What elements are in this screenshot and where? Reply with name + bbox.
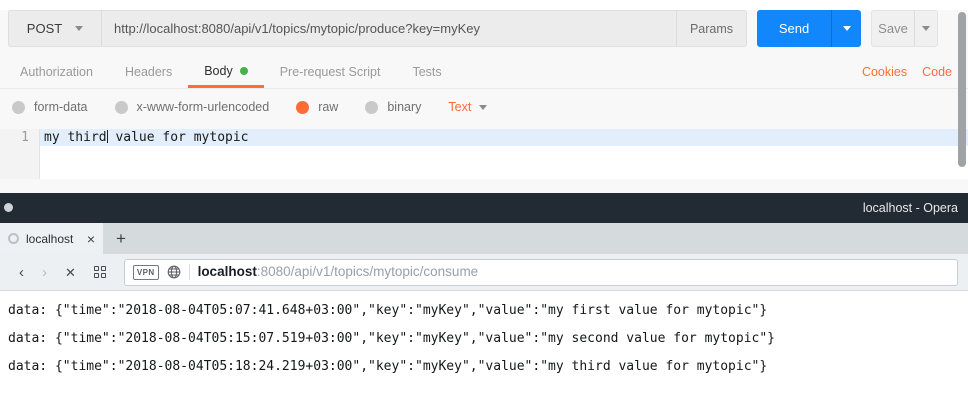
send-button[interactable]: Send: [757, 10, 831, 47]
chevron-down-icon: [75, 26, 83, 31]
browser-tabbar: localhost × +: [0, 223, 968, 254]
browser-addressbar: ‹ › ✕ VPN localhost:8080/api/v1/topics/m…: [0, 254, 968, 291]
favicon-circle-icon: [8, 233, 19, 244]
tab-headers[interactable]: Headers: [109, 56, 188, 88]
url-host: localhost: [198, 264, 257, 279]
mode-raw[interactable]: raw: [296, 100, 338, 114]
tab-body[interactable]: Body: [188, 56, 264, 88]
sse-data-line: data: {"time":"2018-08-04T05:07:41.648+0…: [8, 303, 960, 318]
url-group: POST Params: [8, 10, 747, 47]
editor-line[interactable]: my third value for mytopic: [40, 129, 968, 146]
params-button[interactable]: Params: [676, 11, 746, 46]
divider: [189, 264, 190, 280]
request-links: Cookies Code: [862, 56, 968, 88]
radio-icon: [115, 101, 128, 114]
globe-icon: [167, 265, 181, 279]
tab-authorization[interactable]: Authorization: [4, 56, 109, 88]
body-filled-dot-icon: [240, 67, 248, 75]
browser-tab-localhost[interactable]: localhost ×: [0, 223, 103, 254]
radio-selected-icon: [296, 101, 309, 114]
sse-data-line: data: {"time":"2018-08-04T05:15:07.519+0…: [8, 331, 960, 346]
mode-binary[interactable]: binary: [365, 100, 421, 114]
opera-titlebar: localhost - Opera: [0, 193, 968, 223]
method-label: POST: [27, 21, 62, 36]
mode-label: binary: [387, 100, 421, 114]
chevron-down-icon: [922, 26, 930, 31]
tab-body-label: Body: [204, 64, 233, 78]
method-dropdown[interactable]: POST: [9, 11, 101, 46]
forward-icon[interactable]: ›: [42, 265, 47, 280]
editor-gutter: 1: [0, 129, 40, 179]
speed-dial-icon[interactable]: [94, 266, 106, 278]
radio-icon: [12, 101, 25, 114]
menu-dot-icon[interactable]: [4, 203, 13, 212]
request-url-input[interactable]: [101, 11, 676, 46]
raw-type-dropdown[interactable]: Text: [448, 100, 487, 114]
editor-text-before-cursor: my third: [44, 130, 107, 145]
mode-form-data[interactable]: form-data: [12, 100, 88, 114]
mode-label: form-data: [34, 100, 88, 114]
url-text: localhost:8080/api/v1/topics/mytopic/con…: [198, 263, 479, 281]
send-button-group: Send: [757, 10, 861, 47]
page-content: data: {"time":"2018-08-04T05:07:41.648+0…: [0, 291, 968, 403]
url-path: :8080/api/v1/topics/mytopic/consume: [257, 264, 478, 279]
vpn-badge[interactable]: VPN: [133, 265, 159, 280]
line-number: 1: [0, 129, 29, 146]
chevron-down-icon: [843, 26, 851, 31]
scrollbar[interactable]: [958, 10, 967, 193]
raw-type-label: Text: [448, 100, 471, 114]
tab-pre-request-script[interactable]: Pre-request Script: [264, 56, 397, 88]
mode-x-www-form-urlencoded[interactable]: x-www-form-urlencoded: [115, 100, 270, 114]
chevron-down-icon: [479, 105, 487, 110]
cookies-link[interactable]: Cookies: [862, 65, 907, 79]
tab-tests[interactable]: Tests: [396, 56, 457, 88]
save-button[interactable]: Save: [872, 11, 914, 46]
browser-tab-title: localhost: [26, 232, 80, 246]
body-mode-selector: form-data x-www-form-urlencoded raw bina…: [0, 89, 968, 125]
close-tab-icon[interactable]: ×: [87, 232, 95, 246]
url-field[interactable]: VPN localhost:8080/api/v1/topics/mytopic…: [124, 259, 958, 286]
body-editor: 1 my third value for mytopic: [0, 129, 968, 179]
sse-data-line: data: {"time":"2018-08-04T05:18:24.219+0…: [8, 359, 960, 374]
request-bar: POST Params Send Save: [8, 10, 938, 47]
back-icon[interactable]: ‹: [19, 265, 24, 280]
request-tabs: Authorization Headers Body Pre-request S…: [0, 56, 968, 89]
save-options-button[interactable]: [914, 11, 937, 46]
new-tab-button[interactable]: +: [116, 230, 126, 247]
send-options-button[interactable]: [831, 10, 861, 47]
window-title: localhost - Opera: [863, 201, 968, 215]
stop-icon[interactable]: ✕: [65, 266, 76, 279]
postman-panel: POST Params Send Save Authorization Head…: [0, 10, 968, 193]
code-link[interactable]: Code: [922, 65, 952, 79]
save-button-group: Save: [871, 10, 938, 47]
editor-code-area[interactable]: my third value for mytopic: [40, 129, 968, 179]
radio-icon: [365, 101, 378, 114]
mode-label: raw: [318, 100, 338, 114]
mode-label: x-www-form-urlencoded: [137, 100, 270, 114]
scrollbar-thumb[interactable]: [958, 12, 966, 167]
editor-text-after-cursor: value for mytopic: [108, 130, 249, 145]
